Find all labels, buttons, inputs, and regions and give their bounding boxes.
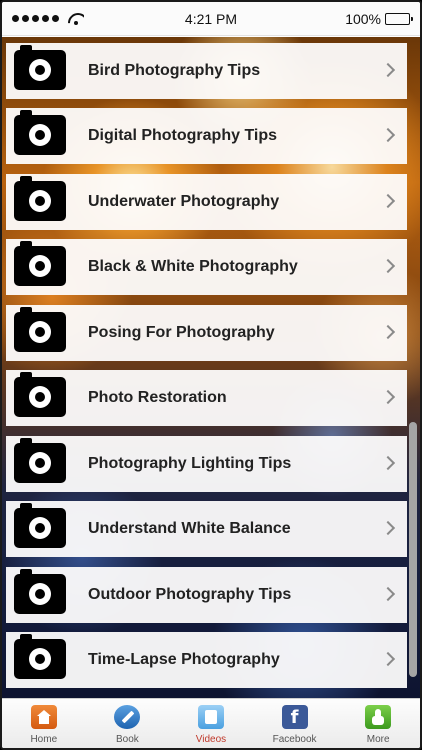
chevron-right-icon (380, 324, 396, 340)
chevron-right-icon (380, 62, 396, 78)
tab-facebook[interactable]: f Facebook (253, 699, 337, 748)
tab-book[interactable]: Book (86, 699, 170, 748)
topics-list[interactable]: Bird Photography Tips Digital Photograph… (2, 37, 420, 698)
chevron-right-icon (380, 193, 396, 209)
tab-bar: Home Book Videos f Facebook More (2, 698, 420, 748)
camera-icon (14, 45, 66, 90)
videos-icon (197, 705, 224, 729)
chevron-right-icon (380, 127, 396, 143)
list-item-label: Black & White Photography (88, 258, 298, 275)
chevron-right-icon (380, 389, 396, 405)
battery-percent: 100% (345, 10, 381, 27)
camera-icon (14, 569, 66, 614)
list-item[interactable]: Photography Lighting Tips (6, 436, 407, 492)
list-item[interactable]: Digital Photography Tips (6, 108, 407, 164)
list-item-label: Time-Lapse Photography (88, 651, 280, 668)
facebook-icon: f (281, 705, 308, 729)
chevron-right-icon (380, 520, 396, 536)
camera-icon (14, 307, 66, 352)
camera-icon (14, 634, 66, 679)
list-item-label: Photo Restoration (88, 389, 227, 406)
camera-icon (14, 241, 66, 286)
list-item[interactable]: Posing For Photography (6, 305, 407, 361)
list-item[interactable]: Bird Photography Tips (6, 43, 407, 99)
book-icon (114, 705, 141, 729)
list-item-label: Understand White Balance (88, 520, 291, 537)
chevron-right-icon (380, 586, 396, 602)
list-item-label: Outdoor Photography Tips (88, 586, 292, 603)
list-item[interactable]: Time-Lapse Photography (6, 632, 407, 688)
tab-label: Facebook (272, 734, 317, 745)
list-item[interactable]: Black & White Photography (6, 239, 407, 295)
home-icon (30, 705, 57, 729)
list-item[interactable]: Underwater Photography (6, 174, 407, 230)
signal-strength-icon (12, 13, 84, 25)
list-item[interactable]: Understand White Balance (6, 501, 407, 557)
phone-frame: 4:21 PM 100% Bird Photography Tips Digit… (0, 0, 422, 750)
scrollbar[interactable] (409, 422, 417, 677)
tab-home[interactable]: Home (2, 699, 86, 748)
list-item-label: Posing For Photography (88, 324, 275, 341)
camera-icon (14, 176, 66, 221)
list-item-label: Bird Photography Tips (88, 62, 261, 79)
list-item[interactable]: Outdoor Photography Tips (6, 567, 407, 623)
camera-icon (14, 372, 66, 417)
camera-icon (14, 503, 66, 548)
battery-indicator: 100% (345, 10, 413, 27)
tab-label: Book (115, 734, 139, 745)
tab-label: More (366, 734, 390, 745)
chevron-right-icon (380, 258, 396, 274)
camera-icon (14, 438, 66, 483)
more-icon (365, 705, 392, 729)
tab-label: Home (30, 734, 58, 745)
tab-more[interactable]: More (336, 699, 420, 748)
list-item-label: Underwater Photography (88, 193, 280, 210)
camera-icon (14, 110, 66, 155)
list-item-label: Photography Lighting Tips (88, 455, 292, 472)
tab-videos[interactable]: Videos (169, 699, 253, 748)
list-item[interactable]: Photo Restoration (6, 370, 407, 426)
battery-icon (385, 12, 413, 25)
chevron-right-icon (380, 455, 396, 471)
chevron-right-icon (380, 651, 396, 667)
status-bar: 4:21 PM 100% (2, 2, 420, 36)
wifi-icon (68, 13, 84, 25)
tab-label: Videos (195, 734, 227, 745)
list-item-label: Digital Photography Tips (88, 127, 278, 144)
